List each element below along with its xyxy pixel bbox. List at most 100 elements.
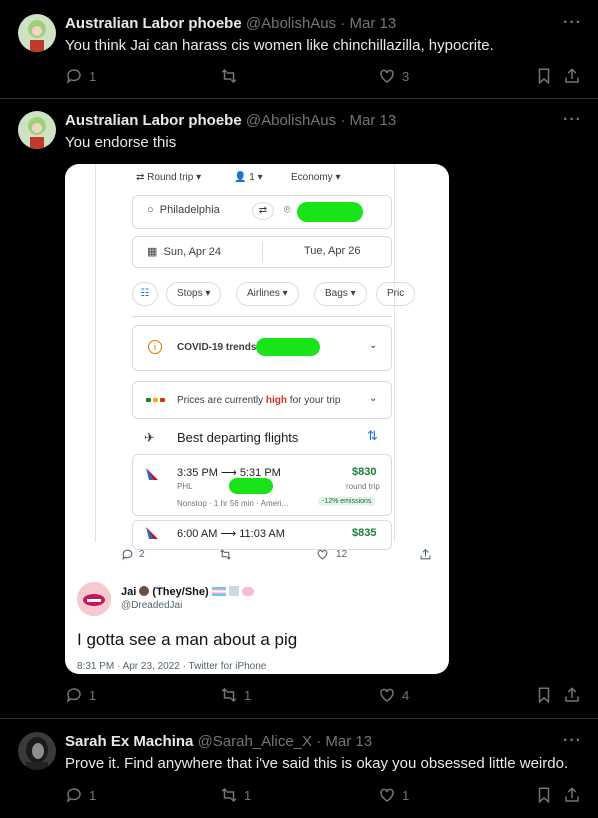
redaction-mark [256,338,320,356]
reply-icon [66,69,81,84]
share-button[interactable] [563,686,581,704]
airline-logo-icon [146,526,158,539]
share-icon [565,687,579,702]
reply-icon [66,788,81,803]
author-handle[interactable]: @Sarah_Alice_X [198,733,312,750]
author-handle[interactable]: @AbolishAus [246,112,336,129]
filter-chip: Stops ▾ [166,282,222,306]
swap-icon: ⇄ [252,202,274,220]
reply-button[interactable]: 1 [65,686,96,704]
redaction-mark [229,478,273,494]
like-button[interactable]: 1 [378,786,409,804]
author-name[interactable]: Australian Labor phoebe [65,112,242,129]
tweet-1[interactable]: Australian Labor phoebe @AbolishAus · Ma… [0,14,598,110]
flight-price: $830 [352,466,377,478]
retweet-icon [221,68,237,84]
bookmark-button[interactable] [535,686,553,704]
author-handle[interactable]: @AbolishAus [246,15,336,32]
tweet-3[interactable]: Sarah Ex Machina @Sarah_Alice_X · Mar 13… [0,732,598,818]
author-name[interactable]: Sarah Ex Machina [65,733,193,750]
avatar[interactable] [18,14,56,52]
reply-button: 2 [121,548,145,561]
flight-times: 6:00 AM ⟶ 11:03 AM [177,528,285,540]
heart-icon [380,688,394,702]
retweet-button[interactable] [220,67,244,85]
filter-label: Bags [325,288,348,299]
tweet-text: Prove it. Find anywhere that i've said t… [65,755,569,772]
retweet-icon [221,687,237,703]
sort-icon: ⇅ [367,428,378,443]
like-button[interactable]: 4 [378,686,409,704]
filter-chip: Airlines ▾ [236,282,299,306]
return-date: Tue, Apr 26 [304,245,361,257]
bookmark-button[interactable] [535,786,553,804]
filter-row: ☷ Stops ▾ Airlines ▾ Bags ▾ Pric [132,274,416,314]
reply-button[interactable]: 1 [65,67,96,85]
quoted-tweet-actions: 2 12 [65,548,449,572]
passengers-select: 👤 1 ▾ [234,172,263,183]
plane-icon: ✈ [144,430,155,445]
arrive-time: 11:03 AM [239,528,285,540]
filter-label: Stops [177,288,203,299]
reply-count: 1 [89,687,97,703]
retweet-button[interactable]: 1 [220,686,251,704]
tweet-actions: 1 3 [65,67,585,87]
quoted-text: I gotta see a man about a pig [77,630,298,649]
more-options-icon[interactable]: ··· [563,732,582,750]
share-button[interactable] [563,786,581,804]
emissions-badge: -12% emissions [318,497,376,506]
tweet-date[interactable]: Mar 13 [350,15,397,32]
divider [262,242,263,262]
cabin-select: Economy ▾ [291,172,341,183]
filter-icon: ☷ [132,282,158,306]
fist-emoji-icon [139,586,150,596]
passenger-count: 1 [249,172,255,183]
avatar[interactable] [18,732,56,770]
airline: Ameri... [260,499,289,508]
stops: Nonstop [177,499,207,508]
quoted-handle: @DreadedJai [121,600,183,611]
avatar[interactable] [18,111,56,149]
share-button[interactable] [563,67,581,85]
price-meter-icon [146,398,166,402]
share-icon [420,548,431,560]
tweet-date[interactable]: Mar 13 [325,733,372,750]
reply-count: 1 [89,68,97,84]
more-options-icon[interactable]: ··· [563,14,582,32]
attached-image[interactable]: ⇄ Round trip ▾ 👤 1 ▾ Economy ▾ ○ Philade… [65,164,449,674]
divider [132,316,392,317]
bookmark-button[interactable] [535,67,553,85]
utensils-icon [228,586,239,596]
tweet-header: Australian Labor phoebe @AbolishAus · Ma… [65,111,396,131]
quoted-author-name: Jai [121,586,137,598]
retweet-icon [220,549,231,560]
tweet-header: Australian Labor phoebe @AbolishAus · Ma… [65,14,396,34]
more-options-icon[interactable]: ··· [563,111,582,129]
retweet-button[interactable]: 1 [220,786,251,804]
share-icon [565,68,579,83]
depart-time: 3:35 PM [177,467,218,479]
like-count: 4 [402,687,410,703]
redaction-mark [297,202,363,222]
heart-icon [380,788,394,802]
tweet-actions: 1 1 1 [65,786,585,806]
reply-count: 2 [139,549,145,560]
quoted-author-pronouns: (They/She) [152,586,209,598]
quoted-author: Jai (They/She) [121,586,254,598]
like-button[interactable]: 3 [378,67,409,85]
separator-dot: · [316,733,322,750]
origin-city: Philadelphia [159,204,220,216]
covid-label: COVID-19 trends i [177,342,263,353]
retweet-count: 1 [244,687,252,703]
reply-button[interactable]: 1 [65,786,96,804]
tweet-actions: 1 1 4 [65,686,585,706]
depart-date: ▦ Sun, Apr 24 [147,246,222,258]
info-icon: i [148,340,162,354]
author-name[interactable]: Australian Labor phoebe [65,15,242,32]
duration: 1 hr 56 min [213,499,254,508]
airline-logo-icon [146,467,158,480]
like-count: 1 [402,787,410,803]
reply-count: 1 [89,787,97,803]
cabin-class: Economy [291,172,333,183]
tweet-date[interactable]: Mar 13 [350,112,397,129]
